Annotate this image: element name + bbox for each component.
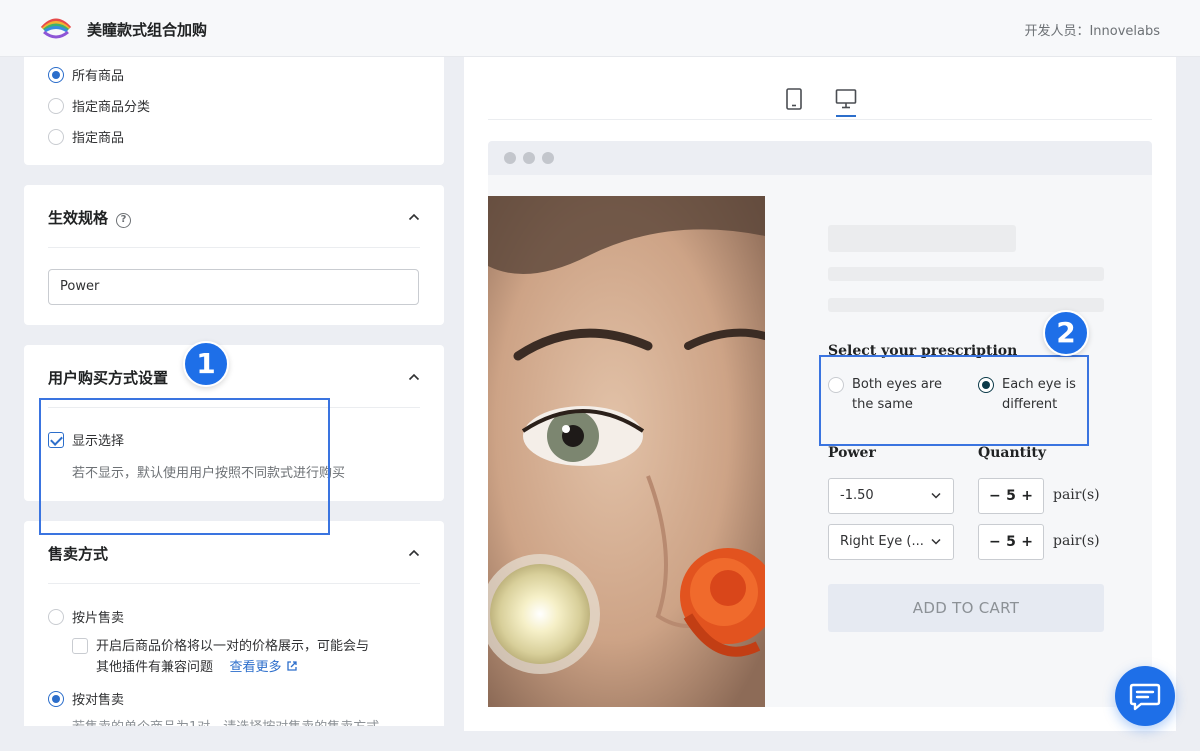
chevron-up-icon[interactable] [408, 213, 420, 221]
chat-icon [1129, 683, 1161, 711]
radio-label: 指定商品分类 [72, 100, 151, 115]
radio-label: 所有商品 [72, 69, 125, 84]
radio-specific-products[interactable]: 指定商品 [48, 127, 124, 146]
power-select-value: -1.50 [840, 488, 874, 503]
highlight-box-1 [39, 398, 330, 535]
annotation-badge-1: 1 [183, 341, 229, 387]
plus-button[interactable]: + [1021, 488, 1033, 504]
browser-dot [523, 152, 535, 164]
highlight-box-2 [819, 355, 1089, 446]
divider [48, 583, 420, 584]
radio-button[interactable] [48, 690, 64, 707]
pair-hint: 若售卖的单个商品为1对，请选择按对售卖的售卖方式 [72, 716, 379, 726]
eye-select-value: Right Eye (... [840, 534, 924, 549]
browser-dot [542, 152, 554, 164]
chat-button[interactable] [1115, 666, 1175, 726]
piece-price-checkbox[interactable] [72, 638, 88, 654]
buy-mode-title: 用户购买方式设置 [48, 369, 169, 387]
scope-card: 所有商品 指定商品分类 指定商品 [24, 57, 444, 165]
card-title: 生效规格? [48, 207, 132, 228]
radio-label: 按对售卖 [72, 693, 125, 708]
spec-title: 生效规格 [48, 209, 109, 227]
product-image [488, 196, 765, 707]
chevron-up-icon[interactable] [408, 549, 420, 557]
title-skeleton [828, 225, 1016, 252]
divider [48, 247, 420, 248]
piece-price-text-line1: 开启后商品价格将以一对的价格展示，可能会与 [96, 639, 370, 654]
active-tab-indicator [836, 115, 856, 117]
view-more-link[interactable]: 查看更多 [230, 660, 282, 675]
eye-select[interactable]: Right Eye (... [828, 524, 954, 560]
text-skeleton [828, 267, 1104, 281]
power-label: Power [828, 445, 876, 461]
plus-button[interactable]: + [1021, 534, 1033, 550]
rainbow-eye-logo [40, 18, 72, 39]
radio-button[interactable] [48, 608, 64, 625]
power-select[interactable]: -1.50 [828, 478, 954, 514]
quantity-value: 5 [1006, 534, 1016, 550]
browser-bar [488, 141, 1152, 175]
quantity-stepper[interactable]: − 5 + [978, 524, 1044, 560]
annotation-badge-2: 2 [1043, 310, 1089, 356]
sale-mode-title: 售卖方式 [48, 545, 109, 563]
add-to-cart-button[interactable]: ADD TO CART [828, 584, 1104, 632]
radio-all-products[interactable]: 所有商品 [48, 65, 124, 84]
sale-mode-card: 售卖方式 按片售卖 开启后商品价格将以一对的价格展示，可能会与 其他插件有兼容问… [24, 521, 444, 726]
radio-category[interactable]: 指定商品分类 [48, 96, 150, 115]
minus-button[interactable]: − [989, 488, 1001, 504]
unit-label: pair(s) [1053, 487, 1100, 503]
radio-button[interactable] [48, 128, 64, 145]
radio-sell-by-piece[interactable]: 按片售卖 [48, 607, 124, 626]
desktop-icon[interactable] [835, 87, 857, 111]
spec-card: 生效规格? Power [24, 185, 444, 325]
help-icon[interactable]: ? [116, 213, 132, 228]
app-header: 美瞳款式组合加购 开发人员：Innovelabs [0, 0, 1200, 57]
divider [488, 119, 1152, 120]
external-link-icon[interactable] [286, 660, 298, 672]
chevron-down-icon [931, 492, 941, 499]
developer-info: 开发人员：Innovelabs [1024, 24, 1160, 39]
browser-dot [504, 152, 516, 164]
mobile-icon[interactable] [783, 87, 805, 111]
radio-button[interactable] [48, 97, 64, 114]
quantity-value: 5 [1006, 488, 1016, 504]
chevron-up-icon[interactable] [408, 373, 420, 381]
quantity-label: Quantity [978, 445, 1047, 461]
model-illustration [488, 196, 765, 707]
piece-price-checkbox-row[interactable]: 开启后商品价格将以一对的价格展示，可能会与 其他插件有兼容问题 查看更多 [72, 636, 369, 678]
unit-label: pair(s) [1053, 533, 1100, 549]
piece-price-text-line2: 其他插件有兼容问题 查看更多 [96, 657, 369, 678]
piece-price-text: 其他插件有兼容问题 [96, 660, 214, 675]
quantity-stepper[interactable]: − 5 + [978, 478, 1044, 514]
radio-button[interactable] [48, 66, 64, 83]
app-title: 美瞳款式组合加购 [87, 21, 208, 39]
radio-label: 指定商品 [72, 131, 125, 146]
minus-button[interactable]: − [989, 534, 1001, 550]
radio-sell-by-pair[interactable]: 按对售卖 [48, 689, 124, 708]
radio-label: 按片售卖 [72, 611, 125, 626]
spec-input[interactable]: Power [48, 269, 419, 305]
chevron-down-icon [931, 538, 941, 545]
